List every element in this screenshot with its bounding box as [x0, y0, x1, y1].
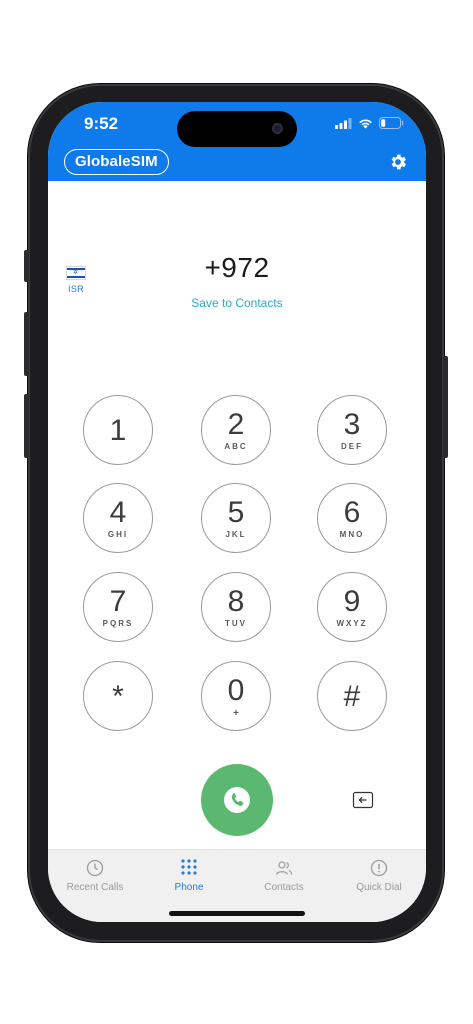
key-star[interactable]: * [83, 661, 153, 731]
key-8[interactable]: 8 TUV [201, 572, 271, 642]
key-7[interactable]: 7 PQRS [83, 572, 153, 642]
key-2[interactable]: 2 ABC [201, 395, 271, 465]
keypad-grid-icon [181, 859, 197, 875]
volume-up-button [24, 312, 29, 376]
key-6[interactable]: 6 MNO [317, 483, 387, 553]
brand-logo: GlobaleSIM [64, 149, 169, 175]
save-to-contacts-link[interactable]: Save to Contacts [48, 296, 426, 310]
key-4[interactable]: 4 GHI [83, 483, 153, 553]
volume-down-button [24, 394, 29, 458]
key-hash[interactable]: # [317, 661, 387, 731]
signal-icon [335, 117, 352, 129]
mute-switch [24, 250, 29, 282]
key-1[interactable]: 1 [83, 395, 153, 465]
wifi-icon [359, 118, 372, 128]
screen: 9:52 GlobaleSIM ✡ ISR +972 Save to Conta… [48, 102, 426, 922]
gear-icon[interactable] [388, 152, 408, 172]
key-5[interactable]: 5 JKL [201, 483, 271, 553]
dynamic-island [177, 111, 297, 147]
backspace-icon[interactable] [352, 790, 374, 810]
clock-icon [86, 859, 104, 877]
alert-circle-icon [370, 859, 388, 877]
tab-phone[interactable]: Phone [142, 858, 236, 893]
tab-contacts[interactable]: Contacts [237, 858, 331, 893]
call-button[interactable] [201, 764, 273, 836]
key-0[interactable]: 0 + [201, 661, 271, 731]
phone-handset-icon [224, 787, 250, 813]
people-icon [275, 861, 293, 875]
dialed-number: +972 [204, 252, 270, 283]
status-time: 9:52 [84, 114, 119, 133]
app-header: 9:52 GlobaleSIM [48, 102, 426, 181]
power-button [443, 356, 448, 458]
tab-recent-calls[interactable]: Recent Calls [48, 858, 142, 893]
key-3[interactable]: 3 DEF [317, 395, 387, 465]
status-icons [335, 117, 404, 129]
tab-quick-dial[interactable]: Quick Dial [332, 858, 426, 893]
battery-icon [379, 117, 404, 129]
home-indicator [169, 911, 305, 916]
key-9[interactable]: 9 WXYZ [317, 572, 387, 642]
country-code-label: ISR [68, 284, 84, 294]
